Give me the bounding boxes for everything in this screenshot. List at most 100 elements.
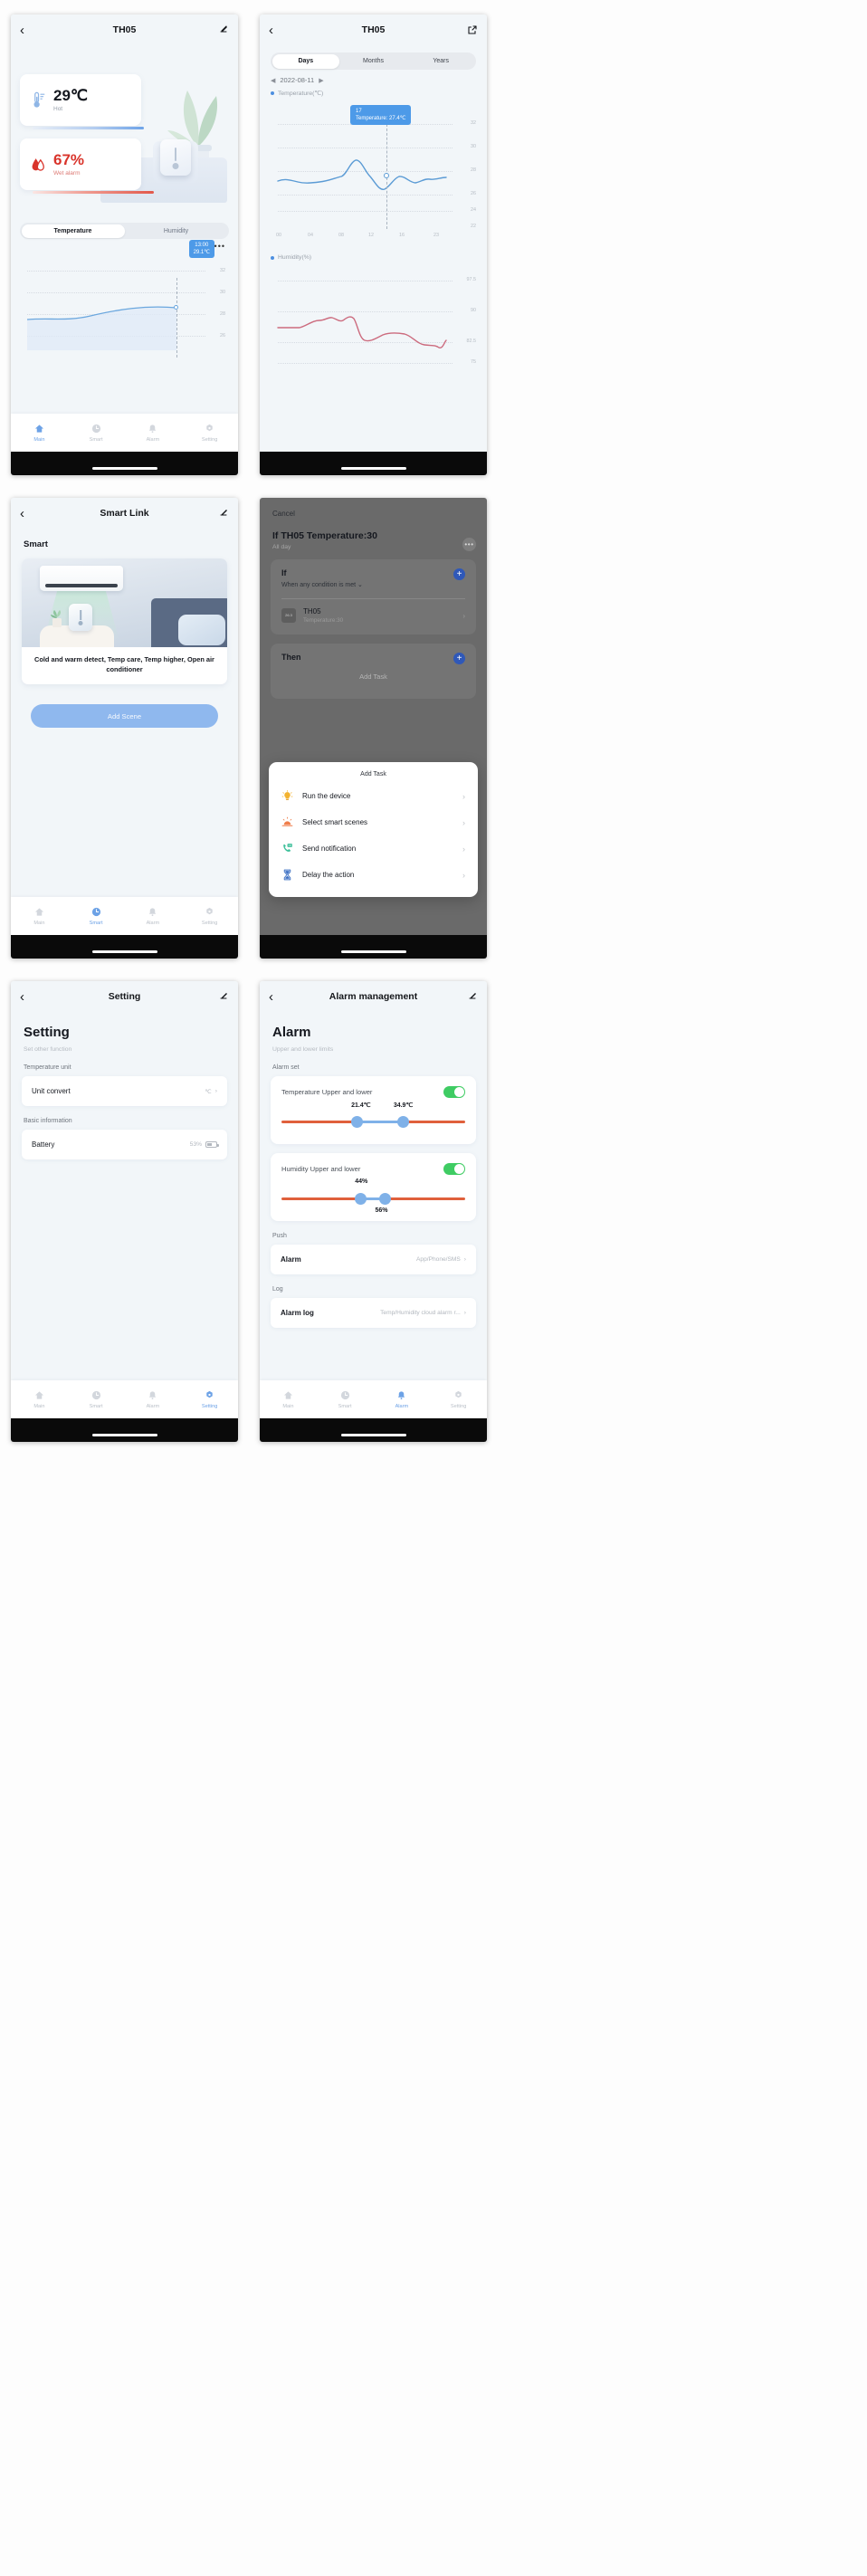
edit-icon[interactable] xyxy=(463,988,478,1005)
bottom-tabbar-main: Main Smart Alarm Setting xyxy=(11,414,238,452)
back-button[interactable]: ‹ xyxy=(269,24,283,37)
chart-cursor-line xyxy=(176,278,177,358)
back-button[interactable]: ‹ xyxy=(269,990,283,1004)
tabbar-label-setting: Setting xyxy=(201,1404,218,1409)
slider-upper-knob[interactable] xyxy=(378,1193,391,1205)
tabbar-item-alarm[interactable]: Alarm xyxy=(125,1389,182,1409)
legend-label-temperature: Temperature(℃) xyxy=(278,91,324,97)
tabbar-item-setting[interactable]: Setting xyxy=(181,1389,238,1409)
add-scene-button[interactable]: Add Scene xyxy=(31,704,218,729)
row-alarm-log[interactable]: Alarm log Temp/Humidity cloud alarm r...… xyxy=(271,1298,476,1328)
screen-smart-link: ‹ Smart Link Smart Cold and warm detect,… xyxy=(11,498,238,935)
navbar-alarm: ‹ Alarm management xyxy=(260,981,487,1012)
edit-icon[interactable] xyxy=(214,22,229,38)
home-indicator[interactable] xyxy=(91,467,157,470)
chart-tooltip: 13:00 29.1℃ xyxy=(188,240,214,259)
condition-row-text: TH05 Temperature:30 xyxy=(303,607,343,624)
tabbar-item-smart[interactable]: Smart xyxy=(68,423,125,443)
tabbar-item-smart[interactable]: Smart xyxy=(68,1389,125,1409)
screen-alarm-management: ‹ Alarm management Alarm Upper and lower… xyxy=(260,981,487,1418)
home-indicator[interactable] xyxy=(340,1434,406,1436)
tabbar-item-main[interactable]: Main xyxy=(260,1389,317,1409)
slider-lower-knob[interactable] xyxy=(351,1116,364,1128)
temperature-value: 29℃ xyxy=(53,86,89,104)
y-tick-32: 32 xyxy=(220,268,225,273)
condition-mode-label: When any condition is met xyxy=(281,582,357,588)
bell-icon xyxy=(125,906,182,918)
sheet-item-select-smart-scenes[interactable]: Select smart scenes › xyxy=(269,809,478,835)
temperature-range-slider[interactable]: 21.4℃ 34.9℃ xyxy=(281,1102,465,1132)
tab-months[interactable]: Months xyxy=(339,54,407,69)
edit-icon[interactable] xyxy=(214,988,229,1005)
back-button[interactable]: ‹ xyxy=(20,507,34,520)
phone-message-icon xyxy=(283,844,292,852)
tabbar-item-setting[interactable]: Setting xyxy=(430,1389,487,1409)
chevron-right-icon: › xyxy=(462,844,465,854)
phone-panel-smart-link: ‹ Smart Link Smart Cold and warm detect,… xyxy=(11,498,238,959)
add-condition-button[interactable]: + xyxy=(453,568,465,580)
tabbar-item-smart[interactable]: Smart xyxy=(68,906,125,926)
main-temperature-chart: 32 30 28 26 13:00 29.1℃ xyxy=(18,240,231,368)
row-unit-convert[interactable]: Unit convert ℃ › xyxy=(22,1076,227,1106)
humidity-range-slider[interactable]: 44% 56% xyxy=(281,1178,465,1214)
tabbar-item-smart[interactable]: Smart xyxy=(317,1389,374,1409)
tabbar-item-main[interactable]: Main xyxy=(11,423,68,443)
tab-temperature[interactable]: Temperature xyxy=(21,224,125,238)
humidity-card[interactable]: 67% Wet alarm xyxy=(20,138,141,190)
screen-setting: ‹ Setting Setting Set other function Tem… xyxy=(11,981,238,1418)
home-icon xyxy=(11,423,68,434)
legend-label-humidity: Humidity(%) xyxy=(278,254,312,261)
temperature-status: Hot xyxy=(53,106,63,113)
temperature-alarm-card: Temperature Upper and lower 21.4℃ 34.9℃ xyxy=(271,1076,476,1144)
tabbar-item-main[interactable]: Main xyxy=(11,1389,68,1409)
log-group-label: Log xyxy=(272,1286,283,1293)
sheet-item-send-notification[interactable]: Send notification › xyxy=(269,835,478,862)
row-battery[interactable]: Battery 53% xyxy=(22,1130,227,1159)
edit-icon[interactable] xyxy=(214,505,229,521)
scene-card[interactable]: Cold and warm detect, Temp care, Temp hi… xyxy=(22,558,227,685)
slider-upper-knob[interactable] xyxy=(396,1116,409,1128)
y-tick-26: 26 xyxy=(471,191,476,196)
back-button[interactable]: ‹ xyxy=(20,990,34,1004)
tabbar-item-setting[interactable]: Setting xyxy=(181,423,238,443)
sunrise-icon xyxy=(281,816,293,826)
more-options-button[interactable]: ••• xyxy=(462,538,476,551)
sheet-item-delay-the-action[interactable]: Delay the action › xyxy=(269,862,478,888)
tabbar-item-alarm[interactable]: Alarm xyxy=(374,1389,431,1409)
temperature-alarm-toggle[interactable] xyxy=(443,1086,465,1098)
add-action-button[interactable]: + xyxy=(453,653,465,664)
back-button[interactable]: ‹ xyxy=(20,24,34,37)
tab-days[interactable]: Days xyxy=(272,53,340,69)
tabbar-item-alarm[interactable]: Alarm xyxy=(125,423,182,443)
tabbar-item-alarm[interactable]: Alarm xyxy=(125,906,182,926)
condition-mode-selector[interactable]: When any condition is met ⌄ xyxy=(281,581,465,588)
home-indicator[interactable] xyxy=(91,1434,157,1436)
battery-percent: 53% xyxy=(189,1141,202,1148)
condition-row[interactable]: 26.3 TH05 Temperature:30 › xyxy=(281,607,465,624)
home-indicator[interactable] xyxy=(91,950,157,953)
if-heading: If xyxy=(281,568,287,577)
temperature-card[interactable]: 29℃ Hot xyxy=(20,74,141,126)
tab-years[interactable]: Years xyxy=(407,54,475,69)
row-value: App/Phone/SMS xyxy=(416,1256,461,1263)
tabbar-item-setting[interactable]: Setting xyxy=(181,906,238,926)
tab-humidity[interactable]: Humidity xyxy=(125,224,228,238)
home-icon xyxy=(11,906,68,918)
sheet-item-run-the-device[interactable]: Run the device › xyxy=(269,783,478,809)
thermometer-bulb xyxy=(172,163,179,169)
home-indicator[interactable] xyxy=(340,950,406,953)
cancel-button[interactable]: Cancel xyxy=(260,498,487,518)
y-tick-825: 82.5 xyxy=(466,339,477,344)
next-day-button[interactable]: ▶ xyxy=(319,77,323,84)
row-push-alarm[interactable]: Alarm App/Phone/SMS › xyxy=(271,1245,476,1274)
bell-icon xyxy=(125,1389,182,1401)
y-tick-90: 90 xyxy=(471,308,476,313)
prev-day-button[interactable]: ◀ xyxy=(271,77,275,84)
tabbar-label-main: Main xyxy=(33,921,45,926)
tabbar-item-main[interactable]: Main xyxy=(11,906,68,926)
battery-icon xyxy=(205,1141,219,1148)
humidity-alarm-toggle[interactable] xyxy=(443,1163,465,1175)
home-indicator[interactable] xyxy=(340,467,406,470)
share-export-icon[interactable] xyxy=(463,22,478,38)
slider-lower-knob[interactable] xyxy=(355,1193,367,1205)
